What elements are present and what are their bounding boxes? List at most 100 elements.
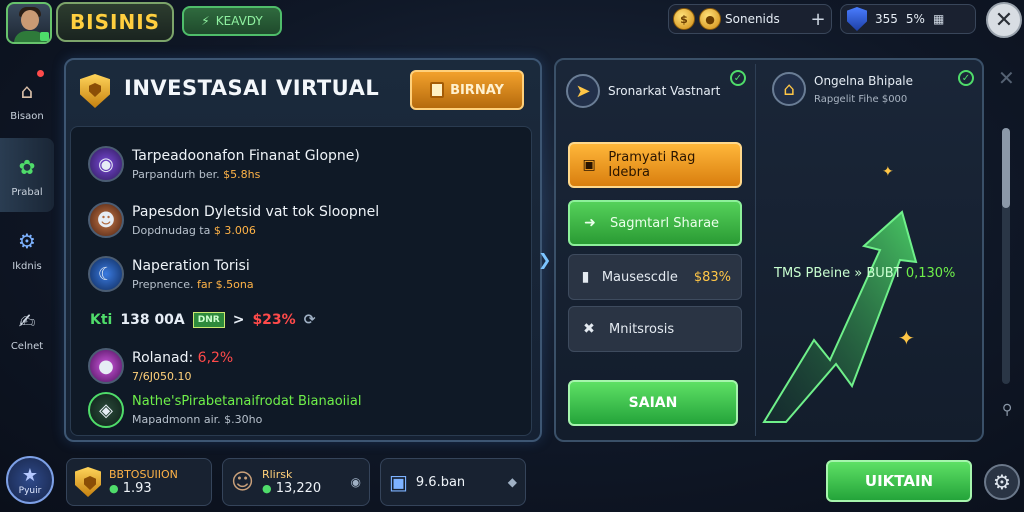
stat-card-position[interactable]: BBTOSUIION ● 1.93 xyxy=(66,458,212,506)
home-icon: ⌂ xyxy=(20,78,34,103)
birnay-button[interactable]: BIRNAY xyxy=(410,70,524,110)
menu-label: Pramyati Rag Idebra xyxy=(608,150,696,180)
strategy-icon: ➤ xyxy=(566,74,600,108)
list-item[interactable]: ☾ Naperation Torisi Prepnence. far $.5on… xyxy=(88,256,254,292)
menu-value: $83% xyxy=(693,269,731,285)
dismiss-icon[interactable]: ✕ xyxy=(998,66,1015,90)
menu-label: Mnitsrosis xyxy=(609,321,675,337)
profile-badge[interactable]: ★ Pyuir xyxy=(6,456,54,504)
key-icon: ⚲ xyxy=(1002,402,1013,418)
tag-icon: ▣ xyxy=(582,157,596,173)
sparkle-icon: ✦ xyxy=(898,326,915,350)
panel-title: INVESTASAI VIRTUAL xyxy=(124,76,380,100)
list-item[interactable]: ◉ Tarpeadoonafon Finanat Glopne) Parpand… xyxy=(88,146,360,182)
sidebar-item-label: Prabal xyxy=(11,186,43,198)
house-icon: ⌂ xyxy=(772,72,806,106)
refresh-icon[interactable]: ⟳ xyxy=(304,312,316,328)
tools-icon: ✖ xyxy=(583,321,595,337)
upgrade-title: Ongelna Bhipale xyxy=(814,73,914,88)
lightning-icon: ⚡ xyxy=(201,14,210,28)
profile-label: Pyuir xyxy=(18,485,42,496)
sidebar-item-prabal[interactable]: ✿ Prabal xyxy=(0,138,54,212)
save-button[interactable]: SAIAN xyxy=(568,380,738,426)
item-sub: Parpandurh ber. $5.8hs xyxy=(132,167,261,181)
share-icon: ➜ xyxy=(584,215,596,231)
stat-percent: $23% xyxy=(252,312,296,328)
card-value: ● 1.93 xyxy=(109,481,152,496)
stat-prefix: Kti xyxy=(90,312,113,328)
list-item[interactable]: ● Rolanad: 6,2% 7/6J050.10 xyxy=(88,348,233,384)
item-sub: Dopdnudag ta $ 3.006 xyxy=(132,223,256,237)
check-icon: ✓ xyxy=(958,70,974,86)
growth-label: TMS PBeine » BUBT 0,130% xyxy=(774,266,956,281)
diamond-icon: ◆ xyxy=(507,475,517,489)
menu-item-mnitsrosis[interactable]: ✖ Mnitsrosis xyxy=(568,306,742,352)
menu-label: Mausescdle xyxy=(601,269,678,285)
upgrade-header[interactable]: ⌂ Ongelna Bhipale Rapgelit Fihe $000 xyxy=(772,72,913,106)
list-item[interactable]: ☻ Papesdon Dyletsid vat tok Sloopnel Dop… xyxy=(88,202,379,238)
player-avatar[interactable] xyxy=(6,2,52,44)
sidebar-item-home[interactable]: ⌂ Bisaon xyxy=(0,62,54,136)
stat-badge: DNR xyxy=(192,312,225,328)
sparkle-icon: ✦ xyxy=(882,164,894,180)
game-title: BISINIS xyxy=(56,2,174,42)
stat-arrow: > xyxy=(232,312,245,328)
menu-item-sharae[interactable]: ➜ Sagmtarl Sharae xyxy=(568,200,742,246)
stat-card-risk[interactable]: ☺ Rlirsk ● 13,220 ◉ xyxy=(222,458,370,506)
item-title: Papesdon Dyletsid vat tok Sloopnel xyxy=(132,203,380,220)
check-icon: ✓ xyxy=(730,70,746,86)
leaf-icon: ✿ xyxy=(18,154,36,179)
character-avatar-icon: ☻ xyxy=(88,202,124,238)
chevron-right-icon[interactable]: ❯ xyxy=(538,250,551,269)
notification-dot xyxy=(37,70,44,77)
item-title: Tarpeadoonafon Finanat Glopne) xyxy=(132,147,360,164)
item-title: Rolanad: 6,2% xyxy=(132,349,234,366)
add-currency-button[interactable]: + xyxy=(809,9,827,30)
sidebar-item-label: Celnet xyxy=(10,340,44,352)
list-item[interactable]: ◈ Nathe'sPirabetanaifrodat Bianaoiial Ma… xyxy=(88,392,361,428)
card-value: ● 13,220 xyxy=(261,481,322,496)
stat-row: Kti 138 00A DNR > $23% ⟳ xyxy=(90,312,315,328)
close-button[interactable]: ✕ xyxy=(986,2,1022,38)
coin-icon: $ xyxy=(673,8,695,30)
menu-label: Sagmtarl Sharae xyxy=(610,215,720,231)
item-sub: Prepnence. far $.5ona xyxy=(132,277,254,291)
item-title: Naperation Torisi xyxy=(132,257,250,274)
sidebar-item-label: Ikdnis xyxy=(12,260,42,272)
obtain-button[interactable]: UIKTAIN xyxy=(826,460,972,502)
growth-arrow-graphic xyxy=(762,210,918,423)
sidebar-item-ikdnis[interactable]: ⚙ Ikdnis xyxy=(0,212,54,286)
card-value: 9.6.ban xyxy=(415,474,466,490)
document-icon xyxy=(430,82,445,98)
grid-icon[interactable]: ▦ xyxy=(933,12,944,26)
rank-percent: 5% xyxy=(905,12,925,26)
gold-shield-icon xyxy=(75,467,101,497)
menu-item-idebra[interactable]: ▣ Pramyati Rag Idebra xyxy=(568,142,742,188)
birnay-label: BIRNAY xyxy=(450,82,504,98)
item-icon: ▣ xyxy=(389,470,408,494)
sidebar-item-label: Bisaon xyxy=(10,110,44,122)
rank-value: 355 xyxy=(875,12,898,26)
ready-button[interactable]: ⚡ KEAVDY xyxy=(182,6,282,36)
gear-icon: ⚙ xyxy=(993,470,1011,494)
sidebar-item-celnet[interactable]: ✍ Celnet xyxy=(0,292,54,366)
close-icon: ✕ xyxy=(994,7,1014,33)
strategy-title: Sronarkat Vastnart xyxy=(608,84,721,98)
scrollbar[interactable] xyxy=(1002,128,1010,384)
globe-icon: ☾ xyxy=(88,256,124,292)
chat-icon: ✍ xyxy=(18,308,36,333)
menu-item-mausescdle[interactable]: ▮ Mausescdle $83% xyxy=(568,254,742,300)
settings-button[interactable]: ⚙ xyxy=(984,464,1020,500)
stat-value: 138 00A xyxy=(120,312,185,328)
rank-shield-icon xyxy=(847,7,867,31)
strategy-header[interactable]: ➤ Sronarkat Vastnart xyxy=(566,74,720,108)
currency-bar: $ ● Sonenids + xyxy=(668,4,832,34)
upgrade-sub: Rapgelit Fihe $000 xyxy=(814,93,908,105)
ready-label: KEAVDY xyxy=(215,14,263,28)
item-title: Nathe'sPirabetanaifrodat Bianaoiial xyxy=(132,394,362,409)
chart-icon: ⚙ xyxy=(18,228,36,253)
gold-coin-icon: ● xyxy=(699,8,721,30)
stat-card-ban[interactable]: ▣ 9.6.ban ◆ xyxy=(380,458,526,506)
rank-bar: 355 5% ▦ xyxy=(840,4,976,34)
location-pin-icon: ◉ xyxy=(350,475,361,489)
